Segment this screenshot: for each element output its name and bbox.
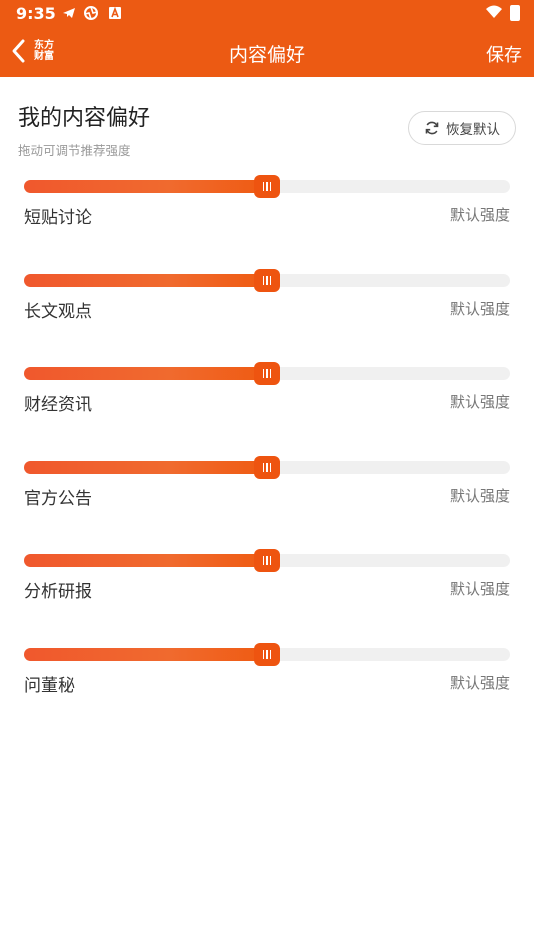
preference-slider-fill [24, 554, 267, 567]
save-button[interactable]: 保存 [486, 41, 522, 67]
preference-level: 默认强度 [449, 486, 510, 505]
aperture-icon [84, 6, 98, 20]
grip-line-icon [262, 556, 265, 565]
preference-slider-handle[interactable] [254, 175, 280, 198]
preference-slider-fill [24, 460, 267, 474]
grip-line-icon [266, 275, 268, 285]
preference-slider-track[interactable] [24, 549, 510, 572]
preference-label: 官方公告 [24, 488, 92, 509]
reset-default-label: 恢复默认 [446, 122, 500, 138]
preference-label: 问董秘 [24, 675, 75, 696]
grip-line-icon [266, 556, 268, 565]
preference-slider-fill [24, 180, 267, 193]
grip-line-icon [269, 275, 272, 285]
preference-row: 财经资讯 默认强度 [0, 362, 534, 447]
a-badge-icon [109, 6, 121, 19]
preference-level: 默认强度 [449, 299, 510, 318]
top-app-bar: 9:35 东方 财富 内容偏好 保存 [0, 0, 534, 77]
grip-line-icon [262, 369, 265, 378]
preference-slider-track[interactable] [24, 268, 510, 292]
page-title: 内容偏好 [228, 44, 305, 66]
preference-level: 默认强度 [449, 580, 510, 598]
preference-label: 分析研报 [24, 582, 92, 602]
battery-icon [510, 5, 520, 21]
grip-line-icon [266, 369, 268, 378]
preference-level: 默认强度 [449, 393, 510, 411]
preference-slider-handle[interactable] [254, 362, 280, 385]
wifi-icon [486, 5, 502, 18]
grip-line-icon [269, 649, 272, 659]
section-subtitle: 拖动可调节推荐强度 [18, 143, 131, 158]
preference-row: 分析研报 默认强度 [0, 549, 534, 634]
preference-row: 短贴讨论 默认强度 [0, 175, 534, 260]
preference-slider-handle[interactable] [254, 642, 280, 666]
preference-slider-track[interactable] [24, 362, 510, 385]
grip-line-icon [266, 649, 268, 659]
preference-slider-handle[interactable] [254, 268, 280, 292]
nav-bar: 东方 财富 内容偏好 保存 [0, 30, 534, 76]
grip-line-icon [262, 182, 265, 191]
section-title: 我的内容偏好 [18, 106, 151, 131]
grip-line-icon [262, 649, 265, 659]
status-time: 9:35 [16, 4, 56, 23]
grip-line-icon [269, 369, 272, 378]
refresh-icon [425, 121, 439, 135]
grip-line-icon [266, 182, 268, 191]
preference-row: 长文观点 默认强度 [0, 268, 534, 354]
preference-slider-handle[interactable] [254, 455, 280, 479]
preference-row: 官方公告 默认强度 [0, 455, 534, 541]
preference-slider-fill [24, 367, 267, 380]
preference-slider-fill [24, 273, 267, 287]
grip-line-icon [262, 275, 265, 285]
preference-level: 默认强度 [449, 206, 510, 224]
preference-row: 问董秘 默认强度 [0, 642, 534, 728]
grip-line-icon [262, 462, 265, 472]
preference-label: 长文观点 [24, 301, 92, 322]
grip-line-icon [269, 556, 272, 565]
preference-slider-track[interactable] [24, 175, 510, 198]
grip-line-icon [266, 462, 268, 472]
telegram-icon [63, 8, 75, 18]
preference-slider-handle[interactable] [254, 549, 280, 572]
preference-slider-track[interactable] [24, 455, 510, 479]
preference-label: 短贴讨论 [24, 208, 92, 228]
preference-level: 默认强度 [449, 673, 510, 692]
preference-label: 财经资讯 [24, 395, 92, 415]
preference-slider-fill [24, 647, 267, 661]
grip-line-icon [269, 182, 272, 191]
grip-line-icon [269, 462, 272, 472]
preference-slider-track[interactable] [24, 642, 510, 666]
reset-default-button[interactable]: 恢复默认 [408, 111, 516, 145]
status-bar: 9:35 [0, 0, 534, 28]
